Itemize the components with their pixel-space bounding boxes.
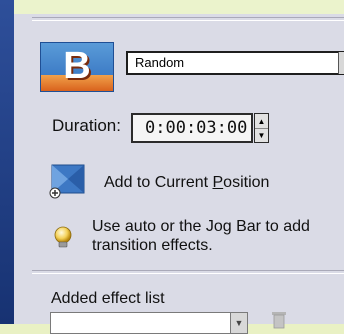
add-to-current-position-button[interactable]: Add to Current Position (104, 174, 269, 192)
trash-icon[interactable] (269, 309, 289, 329)
lightbulb-icon (54, 226, 72, 248)
bottom-divider (32, 270, 344, 274)
hint-text: Use auto or the Jog Bar to add transitio… (92, 218, 310, 254)
top-strip (14, 0, 344, 14)
top-divider (32, 17, 344, 21)
added-effect-list-select[interactable] (50, 312, 232, 334)
added-effect-list-label: Added effect list (51, 290, 165, 307)
duration-field[interactable]: 0:00:03:00 (131, 113, 253, 143)
effect-select[interactable]: Random ▼ (126, 51, 344, 75)
left-window-frame (0, 0, 14, 324)
transition-effects-panel: B Random ▼ Duration: 0:00:03:00 ▲ ▼ Add … (14, 0, 344, 334)
transition-b-logo-icon: B (40, 42, 114, 92)
chevron-down-icon[interactable]: ▼ (230, 312, 248, 334)
duration-spinner[interactable]: ▲ ▼ (254, 113, 269, 143)
duration-value: 0:00:03:00 (145, 118, 248, 138)
spin-up-icon[interactable]: ▲ (255, 114, 268, 129)
effect-select-value: Random (135, 55, 185, 70)
spin-down-icon[interactable]: ▼ (255, 128, 268, 142)
chevron-down-icon[interactable]: ▼ (338, 52, 344, 74)
add-transition-icon[interactable] (48, 163, 86, 199)
duration-label: Duration: (52, 116, 121, 135)
